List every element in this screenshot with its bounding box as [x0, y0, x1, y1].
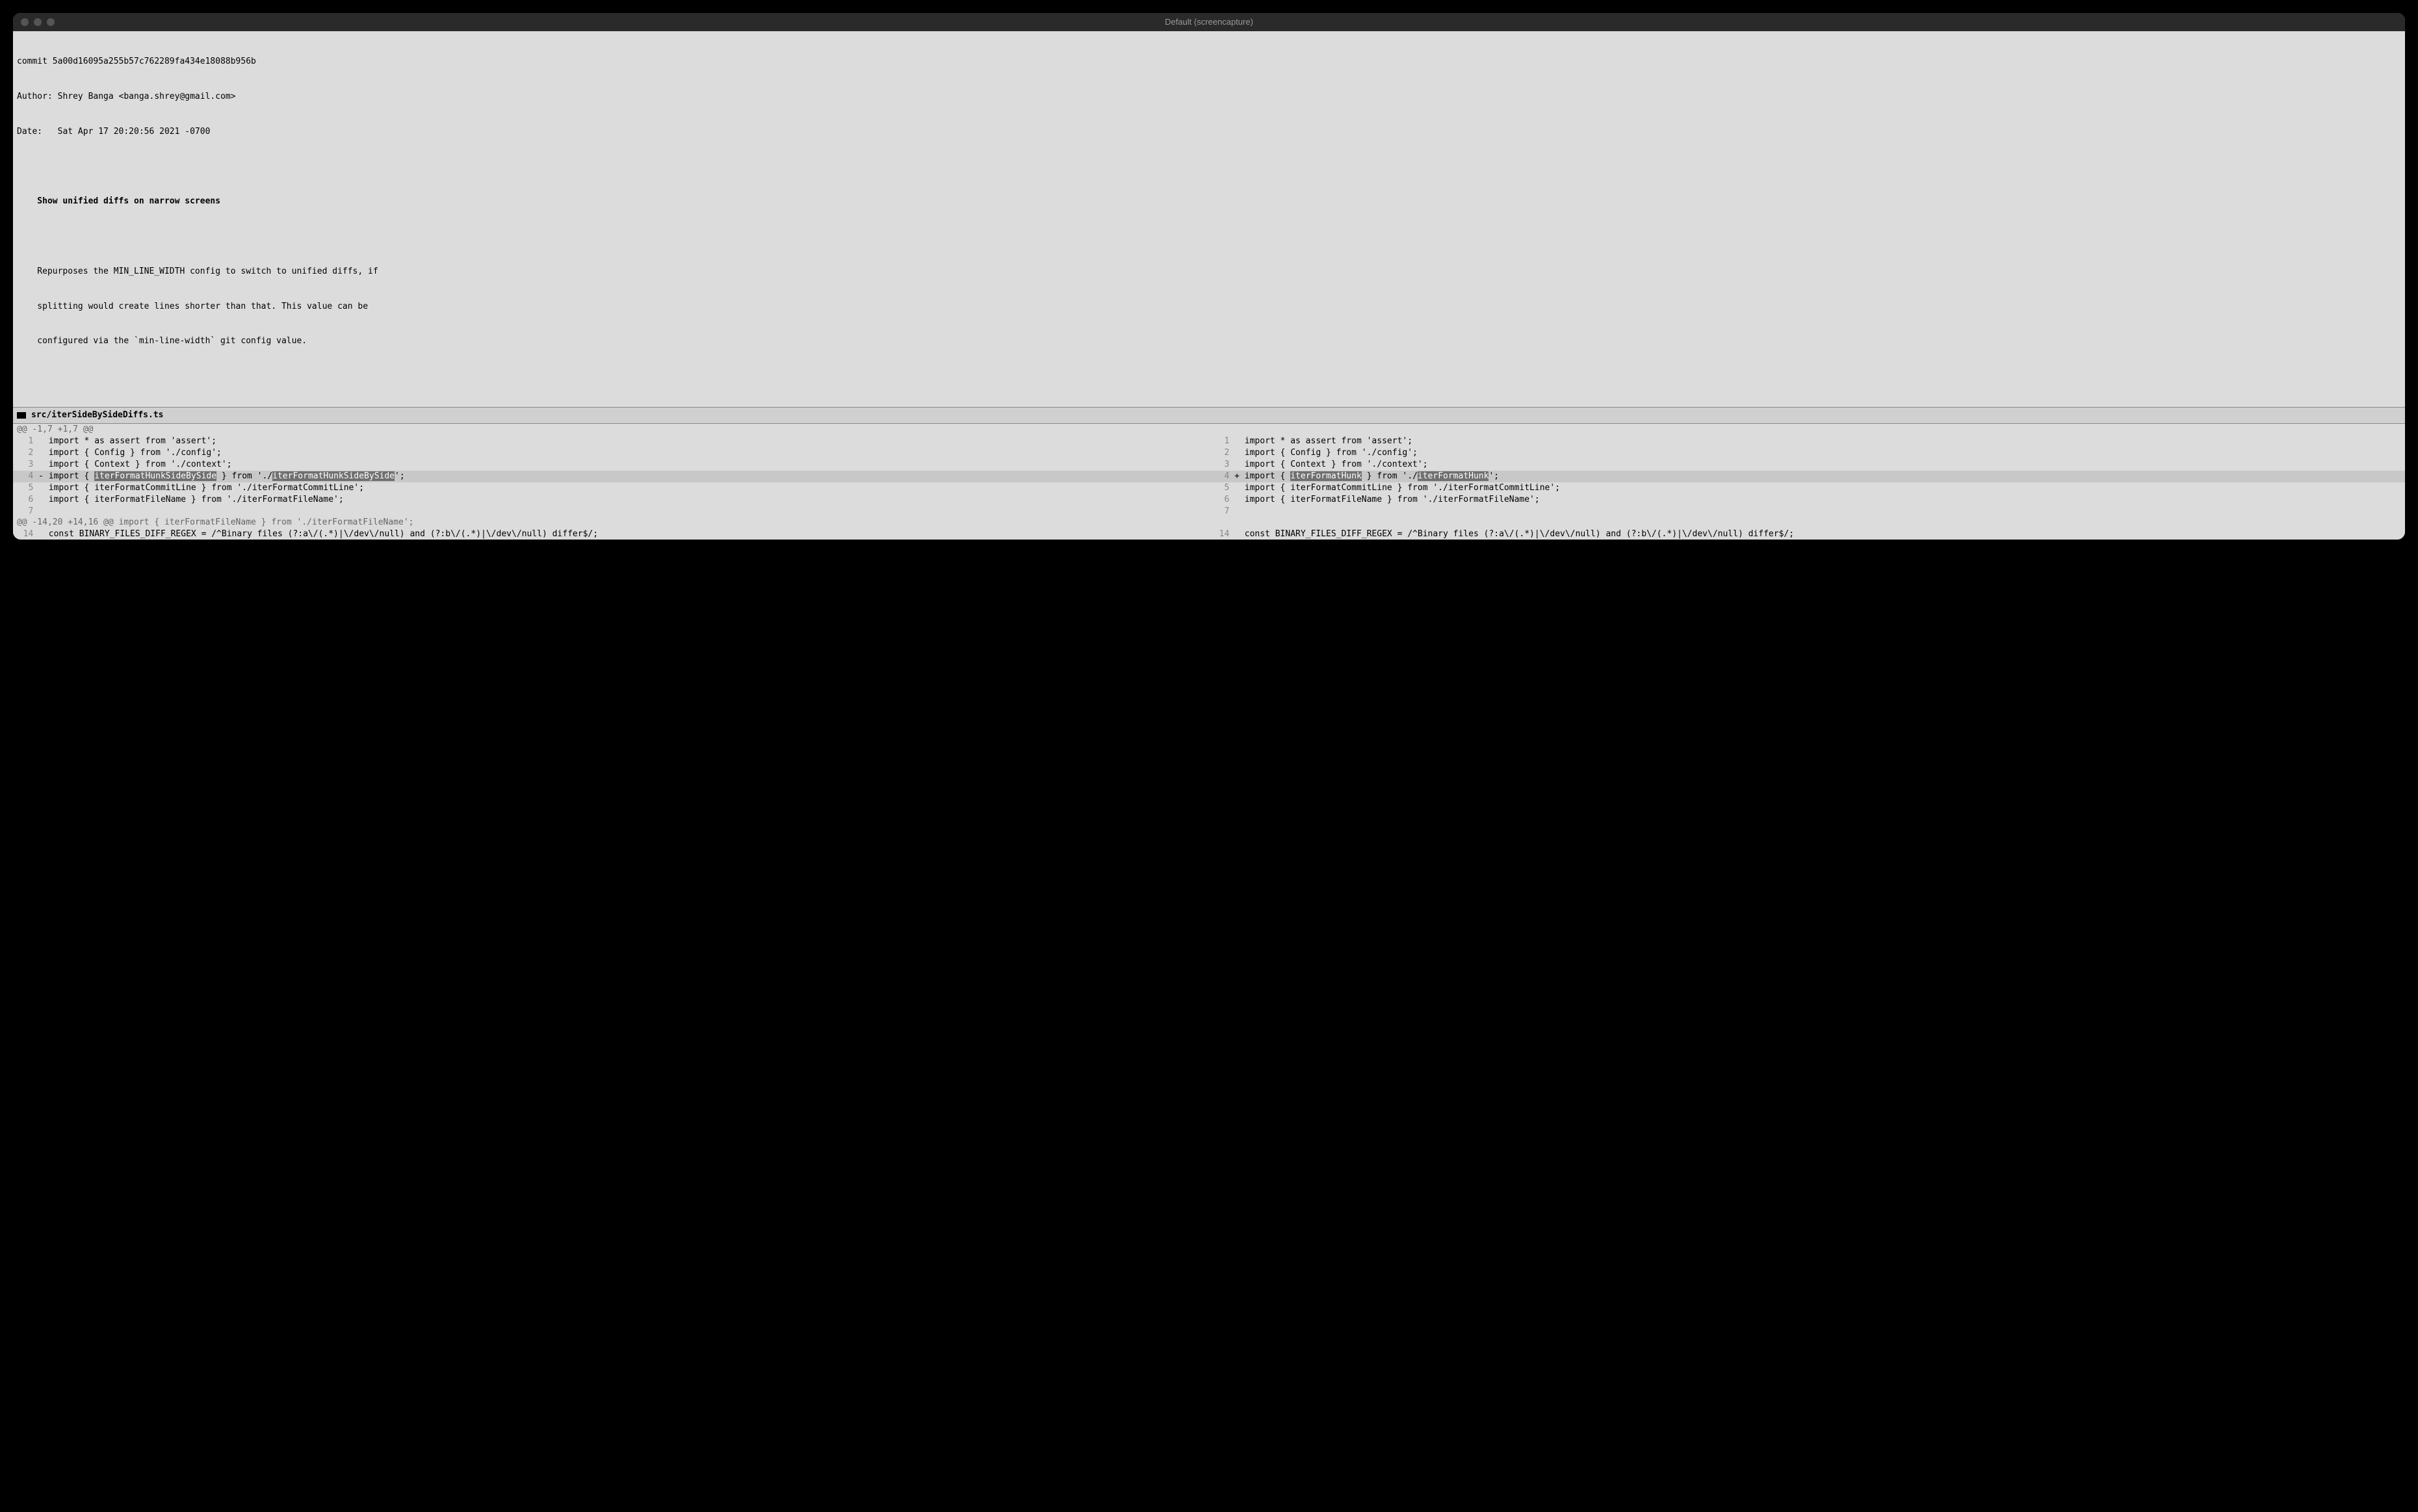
line-number: 7 [13, 506, 38, 517]
code-line [49, 506, 1209, 517]
line-number: 1 [1209, 436, 1234, 447]
line-number: 5 [13, 482, 38, 494]
file-icon [17, 412, 26, 419]
added-line: 4+import { iterFormatHunk } from './iter… [1209, 471, 2405, 482]
line-number: 3 [1209, 459, 1234, 471]
commit-header: commit 5a00d16095a255b57c762289fa434e180… [13, 31, 2405, 407]
code-line: import { Context } from './context'; [49, 459, 1209, 471]
file-header: src/iterSideBySideDiffs.ts [13, 407, 2405, 424]
commit-date: Date: Sat Apr 17 20:20:56 2021 -0700 [13, 126, 2405, 138]
word-diff: iterFormatHunk [1418, 471, 1489, 481]
line-number: 2 [1209, 447, 1234, 459]
terminal-content[interactable]: commit 5a00d16095a255b57c762289fa434e180… [13, 31, 2405, 540]
commit-body-line: configured via the `min-line-width` git … [13, 335, 2405, 347]
code-line: import { iterFormatCommitLine } from './… [1245, 482, 2405, 494]
commit-hash: commit 5a00d16095a255b57c762289fa434e180… [13, 56, 2405, 68]
code-line: import { iterFormatHunkSideBySide } from… [49, 471, 1209, 482]
line-number: 5 [1209, 482, 1234, 494]
code-line [1245, 506, 2405, 517]
code-line: import { iterFormatHunk } from './iterFo… [1245, 471, 2405, 482]
line-number: 1 [13, 436, 38, 447]
code-line: import * as assert from 'assert'; [49, 436, 1209, 447]
code-line: import { Config } from './config'; [1245, 447, 2405, 459]
line-number: 14 [13, 528, 38, 540]
right-pane: 1 import * as assert from 'assert'; 2 impo… [1209, 436, 2405, 517]
line-number: 7 [1209, 506, 1234, 517]
code-line: import { iterFormatFileName } from './it… [1245, 494, 2405, 506]
word-diff: iterFormatHunkSideBySide [272, 471, 395, 481]
hunk-header: @@ -1,7 +1,7 @@ [13, 424, 2405, 436]
line-number: 3 [13, 459, 38, 471]
code-line: import { iterFormatCommitLine } from './… [49, 482, 1209, 494]
diff-split: 1import * as assert from 'assert'; 2impo… [13, 436, 2405, 517]
titlebar[interactable]: Default (screencapture) [13, 13, 2405, 31]
line-number: 6 [13, 494, 38, 506]
line-number: 4 [1209, 471, 1234, 482]
code-line: import * as assert from 'assert'; [1245, 436, 2405, 447]
code-line: const BINARY_FILES_DIFF_REGEX = /^Binary… [1245, 528, 2405, 540]
line-number: 14 [1209, 528, 1234, 540]
diff-sign: + [1234, 471, 1245, 482]
code-line: const BINARY_FILES_DIFF_REGEX = /^Binary… [49, 528, 1209, 540]
line-number: 4 [13, 471, 38, 482]
word-diff: iterFormatHunk [1290, 471, 1362, 481]
file-path: src/iterSideBySideDiffs.ts [31, 410, 164, 421]
code-line: import { Context } from './context'; [1245, 459, 2405, 471]
commit-subject: Show unified diffs on narrow screens [13, 196, 2405, 207]
commit-body-line: Repurposes the MIN_LINE_WIDTH config to … [13, 266, 2405, 278]
code-line: import { iterFormatFileName } from './it… [49, 494, 1209, 506]
hunk-header: @@ -14,20 +14,16 @@ import { iterFormatF… [13, 517, 2405, 528]
line-number: 2 [13, 447, 38, 459]
window-title: Default (screencapture) [13, 16, 2405, 28]
diff-sign: - [38, 471, 49, 482]
terminal-window: Default (screencapture) commit 5a00d1609… [13, 13, 2405, 540]
code-line: import { Config } from './config'; [49, 447, 1209, 459]
deleted-line: 4-import { iterFormatHunkSideBySide } fr… [13, 471, 1209, 482]
word-diff: iterFormatHunkSideBySide [94, 471, 216, 481]
commit-author: Author: Shrey Banga <banga.shrey@gmail.c… [13, 91, 2405, 103]
left-pane: 1 import * as assert from 'assert'; 2 impo… [13, 436, 1209, 517]
line-number: 6 [1209, 494, 1234, 506]
commit-body-line: splitting would create lines shorter tha… [13, 301, 2405, 313]
